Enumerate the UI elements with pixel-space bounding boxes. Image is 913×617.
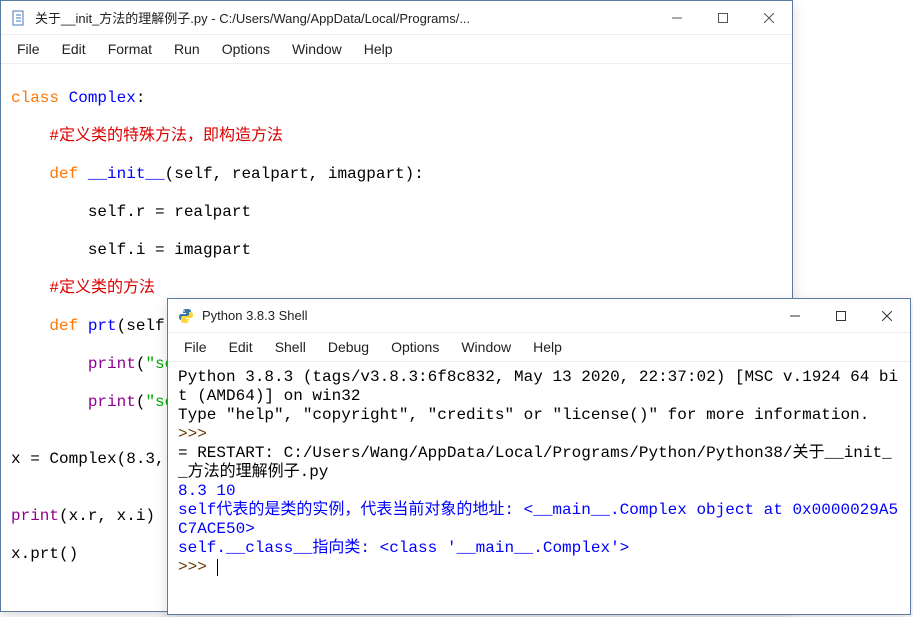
code-text: self.r = realpart [11, 203, 251, 221]
code-text: (self, realpart, imagpart): [165, 165, 424, 183]
menu-file[interactable]: File [174, 336, 217, 358]
shell-prompt: >>> [178, 425, 216, 443]
minimize-button[interactable] [772, 299, 818, 332]
def-name: __init__ [78, 165, 164, 183]
minimize-button[interactable] [654, 1, 700, 34]
code-text: self.i = imagpart [11, 241, 251, 259]
builtin-print: print [88, 393, 136, 411]
code-text: (x.r, x.i) [59, 507, 155, 525]
shell-window: Python 3.8.3 Shell File Edit Shell Debug… [167, 298, 911, 615]
def-name: prt [78, 317, 116, 335]
editor-titlebar: 关于__init_方法的理解例子.py - C:/Users/Wang/AppD… [1, 1, 792, 35]
shell-output: self代表的是类的实例，代表当前对象的地址: <__main__.Comple… [178, 501, 898, 538]
shell-output-area[interactable]: Python 3.8.3 (tags/v3.8.3:6f8c832, May 1… [168, 362, 910, 583]
text-cursor [217, 559, 218, 576]
close-button[interactable] [746, 1, 792, 34]
code-text: ( [136, 393, 146, 411]
close-button[interactable] [864, 299, 910, 332]
menu-debug[interactable]: Debug [318, 336, 379, 358]
code-text [11, 355, 88, 373]
menu-window[interactable]: Window [451, 336, 521, 358]
editor-title: 关于__init_方法的理解例子.py - C:/Users/Wang/AppD… [35, 8, 654, 27]
menu-run[interactable]: Run [164, 38, 210, 60]
editor-window-controls [654, 1, 792, 34]
menu-options[interactable]: Options [381, 336, 449, 358]
shell-output: 8.3 10 [178, 482, 236, 500]
menu-edit[interactable]: Edit [52, 38, 96, 60]
code-text: ( [136, 355, 146, 373]
maximize-button[interactable] [700, 1, 746, 34]
shell-title: Python 3.8.3 Shell [202, 308, 772, 323]
shell-prompt: >>> [178, 558, 216, 576]
menu-window[interactable]: Window [282, 38, 352, 60]
maximize-button[interactable] [818, 299, 864, 332]
python-file-icon [11, 10, 27, 26]
comment: #定义类的特殊方法，即构造方法 [11, 127, 283, 145]
kw-def: def [11, 317, 78, 335]
shell-titlebar: Python 3.8.3 Shell [168, 299, 910, 333]
code-text: x.prt() [11, 545, 78, 563]
shell-window-controls [772, 299, 910, 332]
python-shell-icon [178, 308, 194, 324]
menu-file[interactable]: File [7, 38, 50, 60]
menu-options[interactable]: Options [212, 38, 280, 60]
class-name: Complex [59, 89, 136, 107]
code-text [11, 393, 88, 411]
shell-menubar: File Edit Shell Debug Options Window Hel… [168, 333, 910, 362]
shell-banner: Python 3.8.3 (tags/v3.8.3:6f8c832, May 1… [178, 368, 898, 405]
menu-help[interactable]: Help [354, 38, 403, 60]
builtin-print: print [11, 507, 59, 525]
menu-format[interactable]: Format [98, 38, 162, 60]
menu-shell[interactable]: Shell [265, 336, 316, 358]
shell-output: self.__class__指向类: <class '__main__.Comp… [178, 539, 629, 557]
editor-menubar: File Edit Format Run Options Window Help [1, 35, 792, 64]
menu-edit[interactable]: Edit [219, 336, 263, 358]
code-text: : [136, 89, 146, 107]
kw-def: def [11, 165, 78, 183]
shell-banner: Type "help", "copyright", "credits" or "… [178, 406, 869, 424]
menu-help[interactable]: Help [523, 336, 572, 358]
comment: #定义类的方法 [11, 279, 155, 297]
builtin-print: print [88, 355, 136, 373]
kw-class: class [11, 89, 59, 107]
shell-restart: = RESTART: C:/Users/Wang/AppData/Local/P… [178, 444, 892, 481]
